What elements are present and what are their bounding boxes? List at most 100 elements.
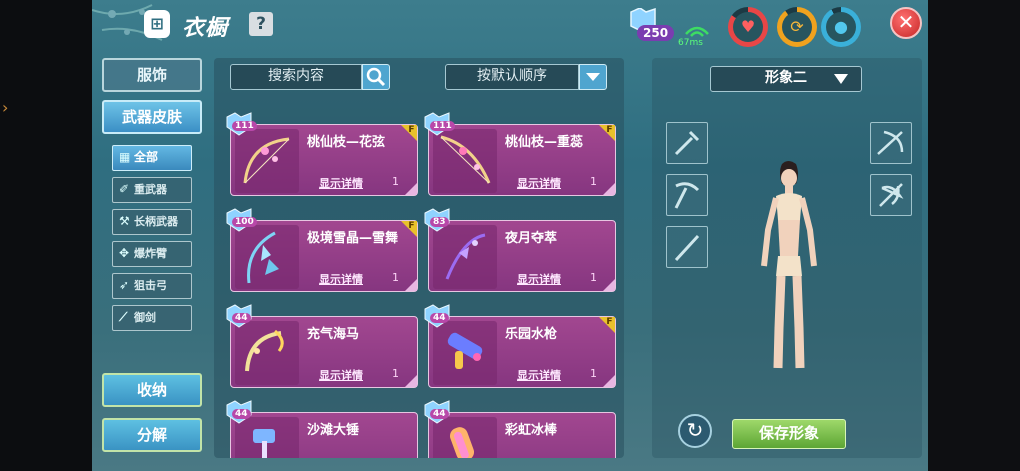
slot-sword[interactable] [666,226,708,268]
skin-thumbnail [235,225,299,289]
skin-name: 彩虹冰棒 [505,423,558,438]
skin-thumbnail [235,321,299,385]
wardrobe-screen: ⊞ 衣橱 ? 250 67ms ♥ ⟳ ● ✕ 服饰 武器皮肤 ▦ 全部 ✐ 重武器… [92,0,928,471]
letterbox-left: › [0,0,92,471]
skin-name: 乐园水枪 [505,327,558,342]
skin-quantity: 1 [590,367,597,380]
skin-name: 桃仙枝—重蕊 [505,135,584,150]
ping-readout: 67ms [678,38,703,48]
wifi-signal-icon [685,26,709,37]
level-number: 100 [232,217,257,227]
level-badge: 44 [423,399,455,425]
polearm-icon: ⚒ [119,214,130,228]
tab-clothing[interactable]: 服饰 [102,58,202,92]
filter-blast-arm[interactable]: ✥ 爆炸臂 [112,241,192,267]
skin-thumbnail [235,129,299,193]
tab-weapon-skins[interactable]: 武器皮肤 [102,100,202,134]
decompose-button[interactable]: 分解 [102,418,202,452]
rotate-model-button[interactable]: ↻ [678,414,712,448]
skin-card[interactable]: 桃仙枝—花弦 显示详情 1 F 111 [226,112,418,196]
skin-card[interactable]: 极境雪晶—雪舞 显示详情 1 F 100 [226,208,418,292]
hammer-icon: ✐ [119,182,130,196]
skin-name: 充气海马 [307,327,360,342]
slot-heavy-weapon[interactable] [666,122,708,164]
skin-name: 桃仙枝—花弦 [307,135,386,150]
stamina-icon: ⟳ [782,12,812,42]
search-input[interactable]: 搜索内容 [230,64,362,90]
level-badge: 44 [225,303,257,329]
level-badge: 111 [423,111,455,137]
level-number: 83 [430,217,449,227]
level-number: 44 [232,313,251,323]
search-icon [366,67,386,87]
crossbow-icon [877,130,904,155]
sword-icon [674,234,700,262]
store-button[interactable]: 收纳 [102,373,202,407]
filter-flying-sword[interactable]: ⟋ 御剑 [112,305,192,331]
filter-all[interactable]: ▦ 全部 [112,145,192,171]
level-badge: 111 [225,111,257,137]
slot-blast-arm[interactable] [870,122,912,164]
sort-dropdown[interactable]: 按默认顺序 [445,64,579,90]
show-details-link[interactable]: 显示详情 [319,271,363,287]
health-gauge: ♥ [728,7,768,47]
skin-card[interactable]: 桃仙枝—重蕊 显示详情 1 F 111 [424,112,616,196]
skin-quantity: 1 [590,271,597,284]
slot-polearm[interactable] [666,174,708,216]
skin-name: 沙滩大锤 [307,423,360,438]
card-corner [603,375,615,387]
look-selector[interactable]: 形象二 [710,66,862,92]
card-corner [405,183,417,195]
skin-quantity: 1 [392,367,399,380]
card-corner [405,375,417,387]
filter-sniper-bow[interactable]: ➶ 狙击弓 [112,273,192,299]
sword-icon: ⟋ [119,310,128,324]
show-details-link[interactable]: 显示详情 [319,175,363,191]
water-gauge: ● [821,7,861,47]
skin-card[interactable]: 乐园水枪 显示详情 1 F 44 [424,304,616,388]
heart-icon: ♥ [733,12,763,42]
stamina-gauge: ⟳ [777,7,817,47]
skin-thumbnail [433,129,497,193]
show-details-link[interactable]: 显示详情 [517,175,561,191]
help-button[interactable]: ? [249,12,273,36]
skin-quantity: 1 [590,175,597,188]
hammer-icon [674,130,700,156]
skin-quantity: 1 [392,175,399,188]
character-model [761,161,817,369]
slot-sniper-bow[interactable] [870,174,912,216]
blast-arm-icon: ✥ [119,246,130,260]
show-details-link[interactable]: 显示详情 [517,271,561,287]
skin-thumbnail [433,225,497,289]
skin-card[interactable]: 夜月夺萃 显示详情 1 83 [424,208,616,292]
level-number: 111 [232,121,257,131]
level-badge: 100 [225,207,257,233]
skin-name: 夜月夺萃 [505,231,558,246]
sort-dropdown-toggle[interactable] [579,64,607,90]
page-title: 衣橱 [182,16,229,41]
save-look-button[interactable]: 保存形象 [732,419,846,449]
close-button[interactable]: ✕ [890,7,922,39]
level-number: 44 [430,313,449,323]
skin-card[interactable]: 彩虹冰棒 44 [424,400,616,458]
pickaxe-icon [674,182,700,209]
chevron-down-icon [586,73,600,81]
level-badge: 44 [225,399,257,425]
bow-icon [879,183,904,207]
edge-arrow-icon[interactable]: › [2,98,8,117]
skin-list-panel: 搜索内容 按默认顺序 桃仙枝—花弦 显示详情 1 F 111 桃仙枝—重蕊 显示… [214,58,624,458]
character-preview-panel: 形象二 ↻ 保存形象 [652,58,922,458]
search-button[interactable] [362,64,390,90]
grid-icon: ▦ [119,150,131,164]
filter-polearm[interactable]: ⚒ 长柄武器 [112,209,192,235]
gem-count: 250 [637,25,675,41]
letterbox-right [928,0,1020,471]
skin-card[interactable]: 充气海马 显示详情 1 44 [226,304,418,388]
level-badge: 83 [423,207,455,233]
show-details-link[interactable]: 显示详情 [319,367,363,383]
level-number: 111 [430,121,455,131]
water-drop-icon: ● [826,12,856,42]
skin-card[interactable]: 沙滩大锤 44 [226,400,418,458]
filter-heavy-weapon[interactable]: ✐ 重武器 [112,177,192,203]
show-details-link[interactable]: 显示详情 [517,367,561,383]
